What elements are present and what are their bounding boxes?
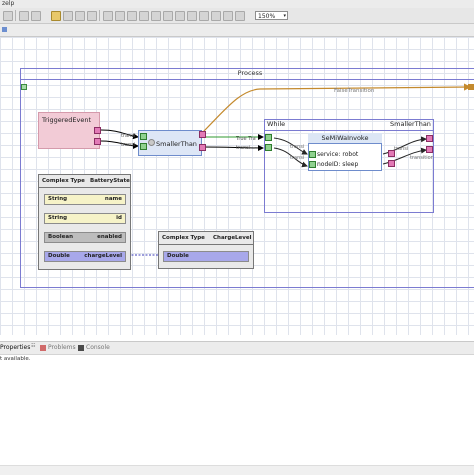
invoke-service: service: robot xyxy=(317,151,359,158)
output-port-icon[interactable] xyxy=(388,160,395,167)
false-transition-label: FalseTransition xyxy=(334,88,375,94)
battery-state-type[interactable]: Complex Type BatteryState String name St… xyxy=(38,174,131,270)
input-port-icon[interactable] xyxy=(265,134,272,141)
output-port-icon[interactable] xyxy=(199,144,206,151)
output-port-icon[interactable] xyxy=(94,138,101,145)
invoke-node-id: nodeID: sleep xyxy=(317,161,359,168)
condition-icon xyxy=(148,139,155,146)
type-divider xyxy=(159,244,253,245)
charge-level-type[interactable]: Complex Type ChargeLevel Double xyxy=(158,231,254,269)
field-name: chargeLevel xyxy=(84,253,122,259)
tab-properties[interactable]: Properties xyxy=(0,344,30,351)
output-port-icon[interactable] xyxy=(388,150,395,157)
properties-status: t available. xyxy=(0,356,31,362)
complex-type-label: Complex Type xyxy=(162,235,205,241)
battery-state-title: BatteryState xyxy=(90,178,130,184)
while-condition-label: SmallerThan xyxy=(390,120,431,128)
field-row[interactable]: Double chargeLevel xyxy=(44,251,126,262)
while-divider xyxy=(264,130,434,131)
bottom-panel-tabs: Properties ☷ Problems Console xyxy=(0,341,474,355)
output-port-icon[interactable] xyxy=(426,146,433,153)
field-type: Boolean xyxy=(48,234,73,240)
transition-label: transi xyxy=(236,145,251,151)
tab-console[interactable]: Console xyxy=(86,344,110,351)
field-name: enabled xyxy=(97,234,122,240)
input-port-icon[interactable] xyxy=(265,144,272,151)
problems-icon xyxy=(40,345,46,351)
field-name: name xyxy=(104,196,122,202)
input-port-icon[interactable] xyxy=(140,133,147,140)
field-row[interactable]: Double xyxy=(163,251,249,262)
end-marker-icon[interactable] xyxy=(468,84,474,90)
field-row[interactable]: String id xyxy=(44,213,126,224)
smaller-than-label: SmallerThan xyxy=(156,140,197,148)
complex-type-label: Complex Type xyxy=(42,178,85,184)
true-transition-label: True Tra xyxy=(236,136,256,142)
transition-line xyxy=(202,144,264,151)
invoke-title: SeMiWaInvoke xyxy=(308,133,382,144)
console-icon xyxy=(78,345,84,351)
transition-label: transi xyxy=(121,133,136,139)
output-port-icon[interactable] xyxy=(426,135,433,142)
tab-menu-icon[interactable]: ☷ xyxy=(31,343,35,349)
transition-label: transi xyxy=(121,142,136,148)
tab-problems[interactable]: Problems xyxy=(48,344,76,351)
field-type: Double xyxy=(167,253,189,259)
while-label: While xyxy=(267,120,286,128)
input-port-icon[interactable] xyxy=(309,151,316,158)
field-type: String xyxy=(48,215,68,221)
triggered-event-node[interactable]: TriggeredEvent xyxy=(38,112,100,149)
input-port-icon[interactable] xyxy=(140,143,147,150)
field-type: Double xyxy=(48,253,70,259)
output-port-icon[interactable] xyxy=(199,131,206,138)
charge-level-title: ChargeLevel xyxy=(213,235,252,241)
field-type: String xyxy=(48,196,68,202)
output-port-icon[interactable] xyxy=(94,127,101,134)
triggered-event-label: TriggeredEvent xyxy=(42,116,92,124)
field-row[interactable]: String name xyxy=(44,194,126,205)
field-name: id xyxy=(116,215,122,221)
input-port-icon[interactable] xyxy=(309,161,316,168)
type-divider xyxy=(39,187,130,188)
field-row[interactable]: Boolean enabled xyxy=(44,232,126,243)
